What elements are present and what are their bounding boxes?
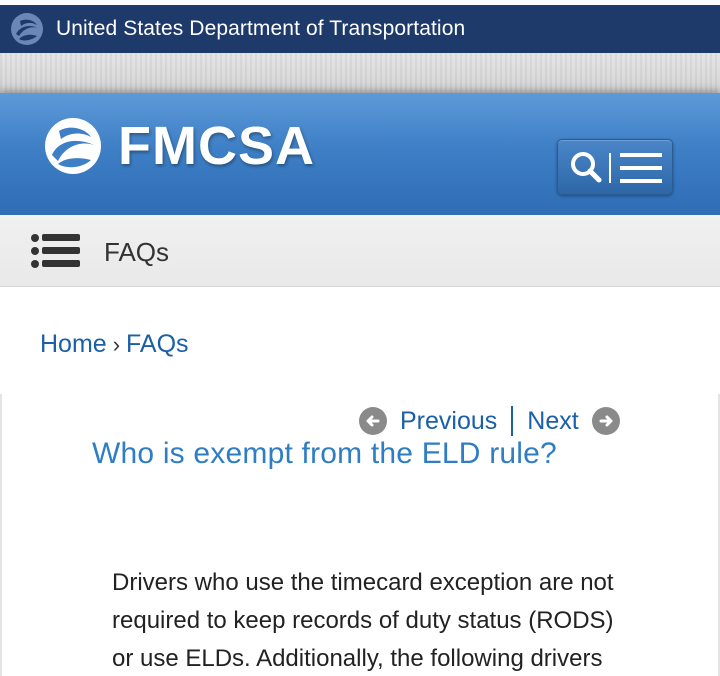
dot-banner: United States Department of Transportati…: [0, 5, 720, 53]
arrow-left-circle-icon[interactable]: [358, 406, 388, 436]
dot-title[interactable]: United States Department of Transportati…: [56, 17, 465, 41]
next-link[interactable]: Next: [527, 407, 578, 436]
dot-swirl-icon[interactable]: [10, 12, 44, 46]
hamburger-menu-icon: [620, 153, 662, 183]
list-icon: [31, 234, 80, 268]
fmcsa-brand[interactable]: FMCSA: [118, 115, 315, 177]
pager-divider: [511, 406, 514, 436]
breadcrumb: Home › FAQs: [40, 330, 189, 359]
breadcrumb-separator: ›: [112, 332, 121, 357]
breadcrumb-home-link[interactable]: Home: [40, 330, 107, 358]
faq-question: Who is exempt from the ELD rule?: [92, 437, 557, 470]
answer-line: Drivers who use the timecard exception a…: [112, 569, 614, 596]
section-nav-label: FAQs: [104, 237, 170, 267]
section-nav[interactable]: FAQs: [0, 215, 720, 287]
fmcsa-swirl-icon[interactable]: [44, 117, 102, 175]
search-menu-button[interactable]: [557, 139, 673, 195]
answer-line: required to keep records of duty status …: [112, 607, 614, 634]
breadcrumb-faqs-link[interactable]: FAQs: [126, 330, 189, 358]
previous-link[interactable]: Previous: [400, 407, 497, 436]
faq-answer: Drivers who use the timecard exception a…: [112, 564, 672, 676]
decorative-band: [0, 53, 720, 93]
arrow-right-circle-icon[interactable]: [591, 406, 621, 436]
search-icon: [571, 152, 602, 183]
site-header: FMCSA: [0, 93, 720, 215]
answer-line: or use ELDs. Additionally, the following…: [112, 645, 603, 672]
faq-pager: Previous Next: [358, 404, 621, 438]
